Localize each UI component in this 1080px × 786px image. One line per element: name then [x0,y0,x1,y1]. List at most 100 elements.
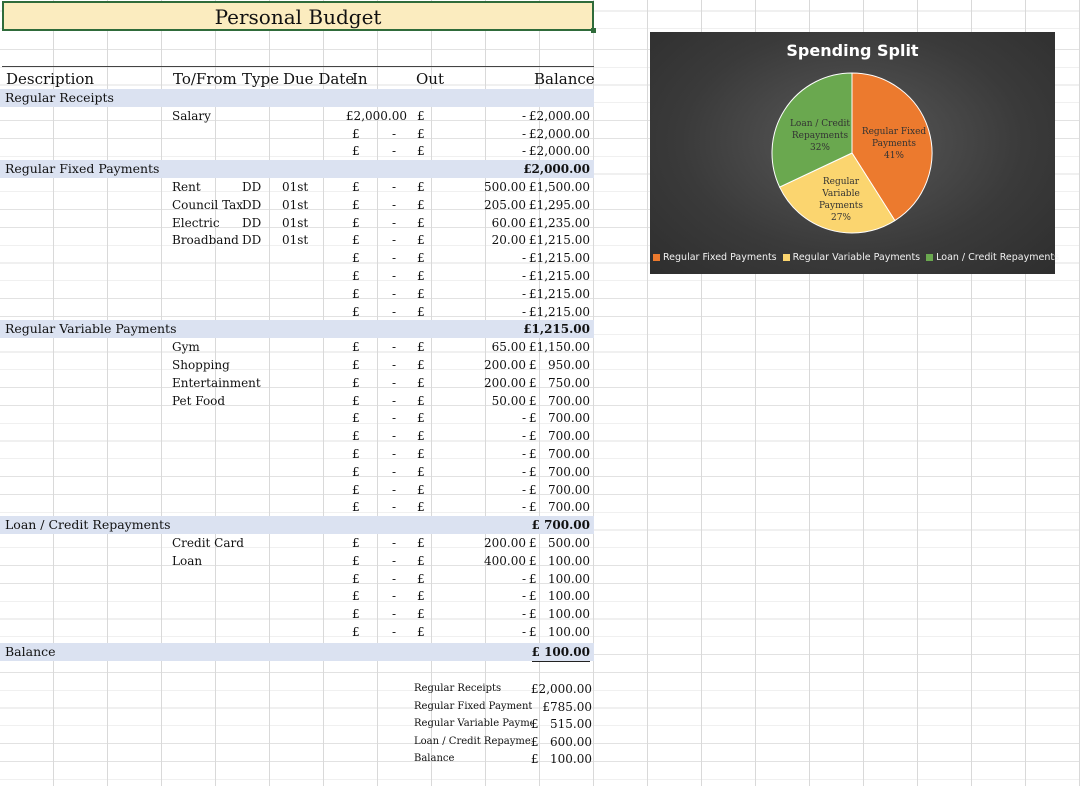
cell-in-dash: - [392,553,397,568]
header-type[interactable]: Type [242,70,279,88]
summary-label: Loan / Credit Repayment [414,735,532,747]
legend-label: Regular Variable Payments [792,252,921,263]
section-balance: £1,215.00 [523,322,590,337]
cell-balance: £ 100.00 [528,607,590,622]
page-title[interactable]: Personal Budget [2,1,596,33]
cell-out: - [521,251,526,266]
section-row[interactable]: Regular Fixed Payments £2,000.00 [0,160,594,178]
cell-type: DD [242,180,262,194]
cell-to-from: Entertainment [172,375,261,390]
summary-value: £ 515.00 [530,717,592,732]
cell-out: 500.00 [484,180,526,194]
table-row[interactable]: Broadband DD 01st £ - £20.00 £1,215.00 [0,231,594,249]
header-due-date[interactable]: Due Date [283,70,354,88]
slice-label-fixed: Regular Fixed Payments 41% [861,127,927,161]
header-in[interactable]: In [352,70,368,88]
cell-balance: £ 700.00 [528,464,590,479]
cell-out-symbol: £ [417,180,425,194]
table-row[interactable]: Entertainment £ - £200.00 £ 750.00 [0,374,594,392]
summary-value: £785.00 [542,699,592,714]
cell-out-symbol: £ [417,233,425,248]
section-row[interactable]: Regular Receipts [0,89,594,107]
table-row[interactable]: £ - £ - £ 100.00 [0,623,594,641]
balance-label: Balance [5,644,56,659]
header-to-from[interactable]: To/From [173,70,237,88]
cell-to-from: Salary [172,108,211,123]
spending-split-chart[interactable]: Spending Split Regular Fixed Payments 41… [650,32,1059,274]
cell-in-dash: - [392,393,397,408]
cell-out-symbol: £ [417,464,425,479]
cell-balance: £1,215.00 [528,233,590,248]
legend-item: Regular Variable Payments [782,252,921,263]
table-row[interactable]: £ - £ - £1,215.00 [0,267,594,285]
table-row[interactable]: £ - £ - £ 100.00 [0,570,594,588]
table-row[interactable]: £ - £ - £ 700.00 [0,445,594,463]
cell-out-symbol: £ [417,144,425,159]
cell-out: - [521,304,526,319]
table-row[interactable]: £ - £ - £1,215.00 [0,285,594,303]
table-row[interactable]: £ - £ - £ 100.00 [0,605,594,623]
table-row[interactable]: Loan £ - £400.00 £ 100.00 [0,552,594,570]
table-row[interactable]: £ - £ - £1,215.00 [0,249,594,267]
cell-in-dash: - [392,625,397,639]
table-row[interactable]: Gym £ - £65.00 £1,150.00 [0,338,594,356]
table-row[interactable]: Shopping £ - £200.00 £ 950.00 [0,356,594,374]
cell-out-symbol: £ [417,500,425,515]
table-row[interactable]: £ - £ - £2,000.00 [0,142,594,160]
cell-out: - [521,269,526,283]
cell-in-dash: - [392,429,397,444]
section-balance: £2,000.00 [523,162,590,177]
cell-to-from: Credit Card [172,536,244,550]
table-row[interactable]: Electric DD 01st £ - £60.00 £1,235.00 [0,214,594,232]
table-row[interactable]: Pet Food £ - £50.00 £ 700.00 [0,392,594,410]
cell-out-symbol: £ [417,304,425,319]
balance-row[interactable]: Balance £ 100.00 [0,643,594,662]
cell-balance: £ 100.00 [528,589,590,604]
cell-balance: £1,215.00 [528,304,590,319]
cell-to-from: Rent [172,180,201,194]
cell-in-symbol: £ [352,607,360,622]
cell-in-symbol: £ [352,625,360,639]
cell-in-symbol: £ [352,500,360,515]
cell-out: - [521,411,526,426]
cell-due-date: 01st [282,215,309,230]
legend-item: Regular Fixed Payments [653,252,777,263]
table-row[interactable]: £ - £ - £ 700.00 [0,498,594,516]
cell-out-symbol: £ [417,108,425,123]
slice-label-loan: Loan / Credit Repayments 32% [789,119,851,153]
cell-out: - [521,500,526,515]
table-row[interactable]: £ - £ - £ 700.00 [0,427,594,445]
cell-balance: £1,295.00 [528,197,590,212]
cell-balance: £ 700.00 [528,393,590,408]
cell-balance: £1,150.00 [528,340,590,355]
table-row[interactable]: Council Tax DD 01st £ - £205.00 £1,295.00 [0,196,594,214]
table-row[interactable]: Rent DD 01st £ - £500.00 £1,500.00 [0,178,594,196]
cell-out-symbol: £ [417,447,425,461]
cell-out-symbol: £ [417,607,425,622]
legend-label: Loan / Credit Repayments [936,252,1060,263]
header-out[interactable]: Out [416,70,444,88]
cell-in-dash: - [392,536,397,550]
header-balance[interactable]: Balance [534,70,595,88]
table-row[interactable]: Credit Card £ - £200.00 £ 500.00 [0,534,594,552]
cell-balance: £1,215.00 [528,269,590,283]
table-row[interactable]: £ - £ - £2,000.00 [0,125,594,143]
table-row[interactable]: £ - £ - £ 700.00 [0,481,594,499]
cell-in-symbol: £ [352,251,360,266]
legend-label: Regular Fixed Payments [663,252,777,263]
table-row[interactable]: £ - £ - £1,215.00 [0,303,594,321]
cell-in-dash: - [392,215,397,230]
cell-in-dash: - [392,180,397,194]
cell-out: 400.00 [484,553,526,568]
cell-out-symbol: £ [417,553,425,568]
cell-type: DD [242,233,262,248]
table-row[interactable]: £ - £ - £ 700.00 [0,409,594,427]
section-row[interactable]: Regular Variable Payments £1,215.00 [0,320,594,339]
cell-out-symbol: £ [417,393,425,408]
table-row[interactable]: £ - £ - £ 700.00 [0,463,594,481]
table-row[interactable]: Salary £2,000.00 £ - £2,000.00 [0,107,594,125]
header-description[interactable]: Description [6,70,94,88]
cell-due-date: 01st [282,180,309,194]
table-row[interactable]: £ - £ - £ 100.00 [0,587,594,605]
section-row[interactable]: Loan / Credit Repayments £ 700.00 [0,516,594,534]
